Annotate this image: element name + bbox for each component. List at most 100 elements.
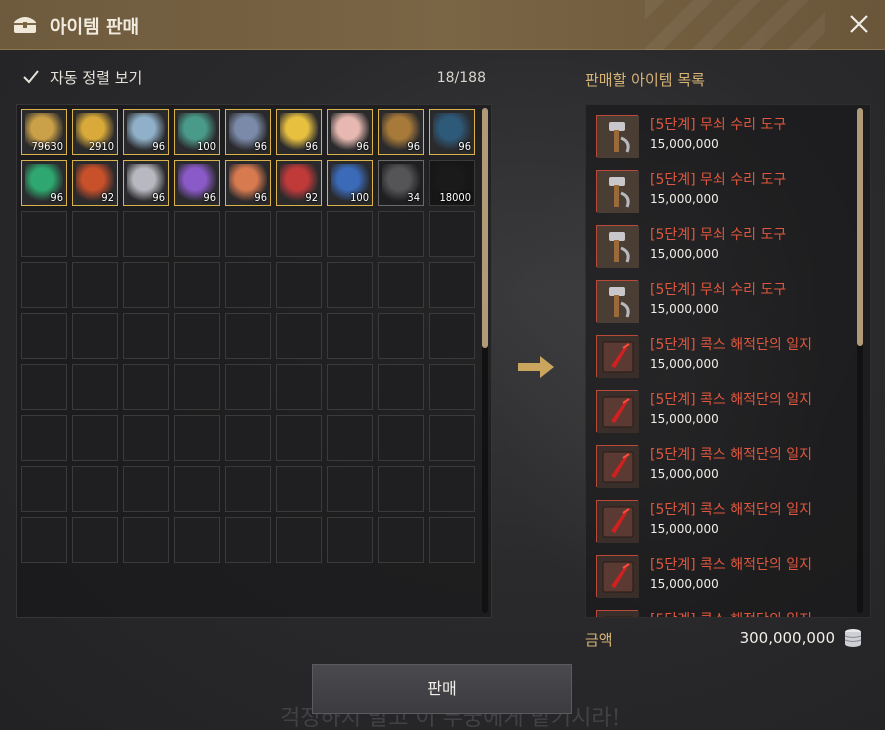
sell-list-item[interactable]: [5단계] 콕스 해적단의 일지 15,000,000 — [594, 329, 854, 378]
empty-inventory-slot[interactable] — [276, 313, 322, 359]
empty-inventory-slot[interactable] — [225, 466, 271, 512]
empty-inventory-slot[interactable] — [327, 313, 373, 359]
empty-inventory-slot[interactable] — [21, 517, 67, 563]
empty-inventory-slot[interactable] — [174, 466, 220, 512]
empty-inventory-slot[interactable] — [72, 415, 118, 461]
empty-inventory-slot[interactable] — [429, 364, 475, 410]
empty-inventory-slot[interactable] — [429, 313, 475, 359]
empty-inventory-slot[interactable] — [21, 364, 67, 410]
empty-inventory-slot[interactable] — [21, 211, 67, 257]
inventory-scrollbar[interactable] — [482, 108, 488, 613]
empty-inventory-slot[interactable] — [327, 466, 373, 512]
empty-inventory-slot[interactable] — [72, 364, 118, 410]
empty-inventory-slot[interactable] — [174, 262, 220, 308]
empty-inventory-slot[interactable] — [276, 466, 322, 512]
inventory-slot[interactable]: 100 — [327, 160, 373, 206]
empty-inventory-slot[interactable] — [429, 415, 475, 461]
empty-inventory-slot[interactable] — [72, 313, 118, 359]
checkmark-icon[interactable] — [22, 68, 40, 86]
empty-inventory-slot[interactable] — [123, 415, 169, 461]
inventory-slot[interactable]: 96 — [429, 109, 475, 155]
empty-inventory-slot[interactable] — [327, 364, 373, 410]
empty-inventory-slot[interactable] — [327, 517, 373, 563]
empty-inventory-slot[interactable] — [276, 262, 322, 308]
inventory-slot[interactable]: 96 — [327, 109, 373, 155]
empty-inventory-slot[interactable] — [327, 415, 373, 461]
empty-inventory-slot[interactable] — [21, 313, 67, 359]
inventory-scroll-thumb[interactable] — [482, 108, 488, 348]
empty-inventory-slot[interactable] — [123, 517, 169, 563]
sell-list-item[interactable]: [5단계] 무쇠 수리 도구 15,000,000 — [594, 274, 854, 323]
sell-list-scroll-thumb[interactable] — [857, 108, 863, 346]
empty-inventory-slot[interactable] — [429, 211, 475, 257]
inventory-slot[interactable]: 100 — [174, 109, 220, 155]
inventory-slot[interactable]: 92 — [72, 160, 118, 206]
title-bar[interactable]: 아이템 판매 — [0, 0, 885, 50]
empty-inventory-slot[interactable] — [72, 262, 118, 308]
close-icon[interactable] — [847, 12, 871, 36]
empty-inventory-slot[interactable] — [123, 262, 169, 308]
empty-inventory-slot[interactable] — [225, 415, 271, 461]
empty-inventory-slot[interactable] — [21, 415, 67, 461]
empty-inventory-slot[interactable] — [174, 517, 220, 563]
empty-inventory-slot[interactable] — [429, 262, 475, 308]
empty-inventory-slot[interactable] — [276, 211, 322, 257]
empty-inventory-slot[interactable] — [378, 364, 424, 410]
empty-inventory-slot[interactable] — [378, 517, 424, 563]
empty-inventory-slot[interactable] — [276, 415, 322, 461]
empty-inventory-slot[interactable] — [327, 211, 373, 257]
empty-inventory-slot[interactable] — [72, 211, 118, 257]
inventory-slot[interactable]: 96 — [225, 160, 271, 206]
empty-inventory-slot[interactable] — [174, 364, 220, 410]
inventory-slot[interactable]: 18000 — [429, 160, 475, 206]
sell-list-item[interactable]: [5단계] 콕스 해적단의 일지 — [594, 604, 854, 617]
empty-inventory-slot[interactable] — [72, 466, 118, 512]
empty-inventory-slot[interactable] — [225, 364, 271, 410]
sell-list-item[interactable]: [5단계] 콕스 해적단의 일지 15,000,000 — [594, 439, 854, 488]
inventory-slot[interactable]: 34 — [378, 160, 424, 206]
empty-inventory-slot[interactable] — [174, 211, 220, 257]
empty-inventory-slot[interactable] — [174, 415, 220, 461]
empty-inventory-slot[interactable] — [429, 517, 475, 563]
inventory-slot[interactable]: 96 — [123, 160, 169, 206]
sell-list-scrollbar[interactable] — [857, 108, 863, 613]
empty-inventory-slot[interactable] — [378, 262, 424, 308]
empty-inventory-slot[interactable] — [72, 517, 118, 563]
empty-inventory-slot[interactable] — [327, 262, 373, 308]
empty-inventory-slot[interactable] — [123, 364, 169, 410]
empty-inventory-slot[interactable] — [225, 211, 271, 257]
empty-inventory-slot[interactable] — [123, 211, 169, 257]
empty-inventory-slot[interactable] — [378, 415, 424, 461]
auto-sort-label[interactable]: 자동 정렬 보기 — [50, 67, 142, 88]
empty-inventory-slot[interactable] — [378, 313, 424, 359]
inventory-slot[interactable]: 96 — [174, 160, 220, 206]
sell-list-item[interactable]: [5단계] 무쇠 수리 도구 15,000,000 — [594, 109, 854, 158]
empty-inventory-slot[interactable] — [123, 313, 169, 359]
sell-list-item[interactable]: [5단계] 콕스 해적단의 일지 15,000,000 — [594, 494, 854, 543]
empty-inventory-slot[interactable] — [21, 466, 67, 512]
empty-inventory-slot[interactable] — [429, 466, 475, 512]
inventory-slot[interactable]: 92 — [276, 160, 322, 206]
sell-list-item[interactable]: [5단계] 콕스 해적단의 일지 15,000,000 — [594, 549, 854, 598]
empty-inventory-slot[interactable] — [276, 364, 322, 410]
inventory-slot[interactable]: 96 — [378, 109, 424, 155]
inventory-slot[interactable]: 79630 — [21, 109, 67, 155]
empty-inventory-slot[interactable] — [174, 313, 220, 359]
inventory-slot[interactable]: 2910 — [72, 109, 118, 155]
inventory-slot[interactable]: 96 — [276, 109, 322, 155]
empty-inventory-slot[interactable] — [276, 517, 322, 563]
empty-inventory-slot[interactable] — [21, 262, 67, 308]
sell-list-item[interactable]: [5단계] 무쇠 수리 도구 15,000,000 — [594, 164, 854, 213]
inventory-slot[interactable]: 96 — [123, 109, 169, 155]
empty-inventory-slot[interactable] — [123, 466, 169, 512]
empty-inventory-slot[interactable] — [225, 313, 271, 359]
empty-inventory-slot[interactable] — [378, 466, 424, 512]
sell-list-item[interactable]: [5단계] 콕스 해적단의 일지 15,000,000 — [594, 384, 854, 433]
sell-button[interactable]: 판매 — [312, 664, 572, 714]
empty-inventory-slot[interactable] — [225, 262, 271, 308]
empty-inventory-slot[interactable] — [225, 517, 271, 563]
sell-list-item[interactable]: [5단계] 무쇠 수리 도구 15,000,000 — [594, 219, 854, 268]
inventory-slot[interactable]: 96 — [21, 160, 67, 206]
inventory-slot[interactable]: 96 — [225, 109, 271, 155]
empty-inventory-slot[interactable] — [378, 211, 424, 257]
